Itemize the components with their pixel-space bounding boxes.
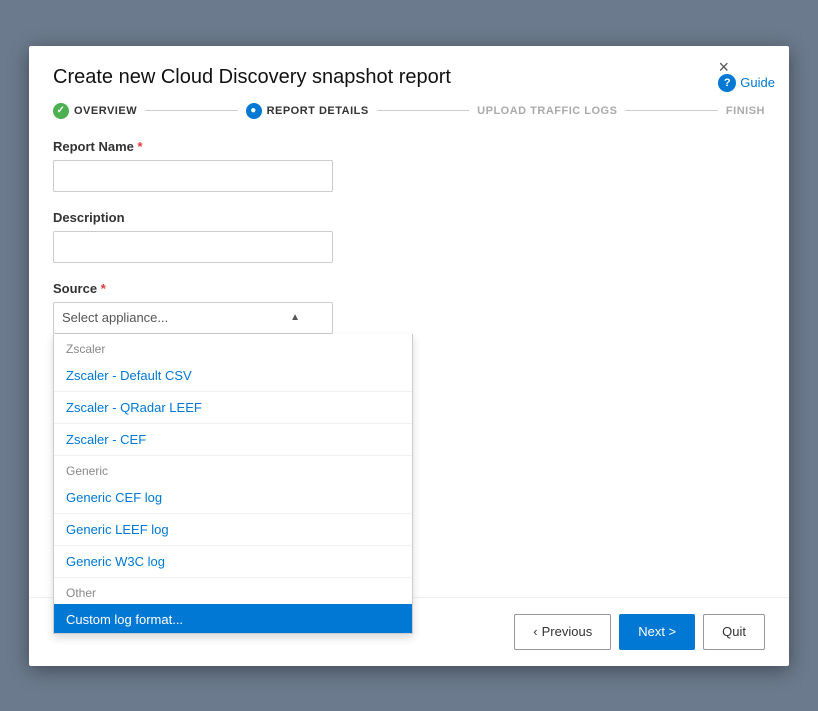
previous-label: Previous — [542, 624, 593, 639]
previous-button[interactable]: ‹ Previous — [514, 614, 611, 650]
dropdown-item-generic-cef-log[interactable]: Generic CEF log — [54, 482, 412, 514]
step-overview: ✓ OVERVIEW — [53, 103, 137, 119]
guide-link[interactable]: ? Guide — [718, 74, 775, 92]
group-label-zscaler: Zscaler — [54, 334, 412, 360]
report-name-label: Report Name * — [53, 139, 765, 154]
report-name-group: Report Name * — [53, 139, 765, 192]
report-name-required: * — [138, 139, 143, 154]
steps-bar: ✓ OVERVIEW ● REPORT DETAILS UPLOAD TRAFF… — [29, 89, 789, 119]
dropdown-item-zscaler-default-csv[interactable]: Zscaler - Default CSV — [54, 360, 412, 392]
guide-icon: ? — [718, 74, 736, 92]
step-report-details-icon: ● — [246, 103, 262, 119]
dropdown-item-zscaler-qradar-leef[interactable]: Zscaler - QRadar LEEF — [54, 392, 412, 424]
dropdown-item-generic-leef-log[interactable]: Generic LEEF log — [54, 514, 412, 546]
dialog-body: Report Name * Description Source * Selec… — [29, 119, 789, 597]
report-name-input[interactable] — [53, 160, 333, 192]
dropdown-item-zscaler-cef[interactable]: Zscaler - CEF — [54, 424, 412, 456]
source-dropdown-trigger[interactable]: Select appliance... ▲ — [53, 302, 333, 334]
step-line-2 — [377, 110, 469, 111]
dropdown-item-generic-w3c-log[interactable]: Generic W3C log — [54, 546, 412, 578]
source-group: Source * Select appliance... ▲ Zscaler Z… — [53, 281, 765, 334]
description-group: Description — [53, 210, 765, 263]
step-finish: FINISH — [726, 105, 765, 117]
dropdown-arrow-icon: ▲ — [290, 312, 300, 323]
description-label: Description — [53, 210, 765, 225]
guide-label: Guide — [740, 75, 775, 90]
quit-label: Quit — [722, 624, 746, 639]
step-line-1 — [145, 110, 237, 111]
source-dropdown-placeholder: Select appliance... — [62, 310, 168, 325]
group-label-other: Other — [54, 578, 412, 604]
step-upload-label: UPLOAD TRAFFIC LOGS — [477, 105, 617, 117]
description-input[interactable] — [53, 231, 333, 263]
dialog-header: Create new Cloud Discovery snapshot repo… — [29, 46, 789, 89]
source-required: * — [101, 281, 106, 296]
step-report-details-label: REPORT DETAILS — [267, 105, 369, 117]
source-label: Source * — [53, 281, 765, 296]
dropdown-item-custom-log-format[interactable]: Custom log format... — [54, 604, 412, 634]
step-finish-label: FINISH — [726, 105, 765, 117]
source-dropdown-list: Zscaler Zscaler - Default CSV Zscaler - … — [53, 334, 413, 634]
step-overview-label: OVERVIEW — [74, 105, 137, 117]
next-label: Next > — [638, 624, 676, 639]
dialog-title: Create new Cloud Discovery snapshot repo… — [53, 66, 765, 89]
step-report-details: ● REPORT DETAILS — [246, 103, 369, 119]
previous-chevron-icon: ‹ — [533, 624, 537, 639]
source-dropdown-wrapper: Select appliance... ▲ Zscaler Zscaler - … — [53, 302, 333, 334]
step-line-3 — [625, 110, 717, 111]
next-button[interactable]: Next > — [619, 614, 695, 650]
quit-button[interactable]: Quit — [703, 614, 765, 650]
group-label-generic: Generic — [54, 456, 412, 482]
step-overview-icon: ✓ — [53, 103, 69, 119]
step-upload-traffic-logs: UPLOAD TRAFFIC LOGS — [477, 105, 617, 117]
dialog: Create new Cloud Discovery snapshot repo… — [29, 46, 789, 666]
